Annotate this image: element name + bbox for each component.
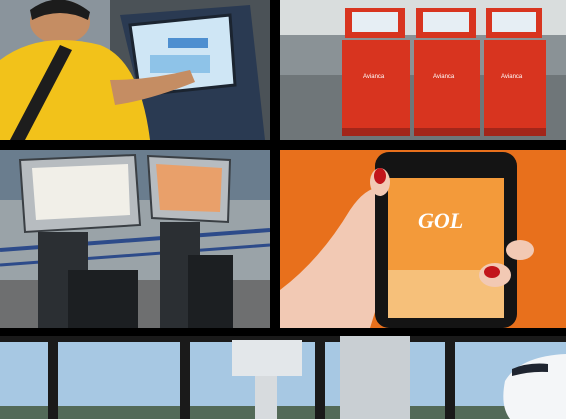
kiosk-brand-label-2: Avianca	[433, 74, 455, 80]
grey-kiosks-illustration	[0, 150, 270, 328]
red-kiosk-1	[342, 8, 410, 136]
phone-app-illustration: GOL	[280, 150, 566, 328]
panel-airport-window	[0, 336, 566, 419]
app-title: GOL	[418, 208, 463, 233]
red-kiosks-illustration: Avianca Avianca Avianca	[280, 0, 566, 140]
airport-window-illustration	[0, 336, 566, 419]
red-kiosk-2	[414, 8, 480, 136]
nail	[374, 168, 386, 184]
kiosk-brand-label-3: Avianca	[501, 74, 523, 80]
kiosk-user-illustration	[0, 0, 270, 140]
panel-phone-app: GOL	[280, 150, 566, 328]
terminal-column	[340, 336, 410, 419]
control-tower	[232, 340, 302, 376]
smartphone	[375, 152, 517, 328]
panel-grey-kiosks	[0, 150, 270, 328]
panel-kiosk-user	[0, 0, 270, 140]
red-kiosk-3	[484, 8, 546, 136]
panel-red-kiosks: Avianca Avianca Avianca	[280, 0, 566, 140]
kiosk-brand-label: Avianca	[363, 74, 385, 80]
